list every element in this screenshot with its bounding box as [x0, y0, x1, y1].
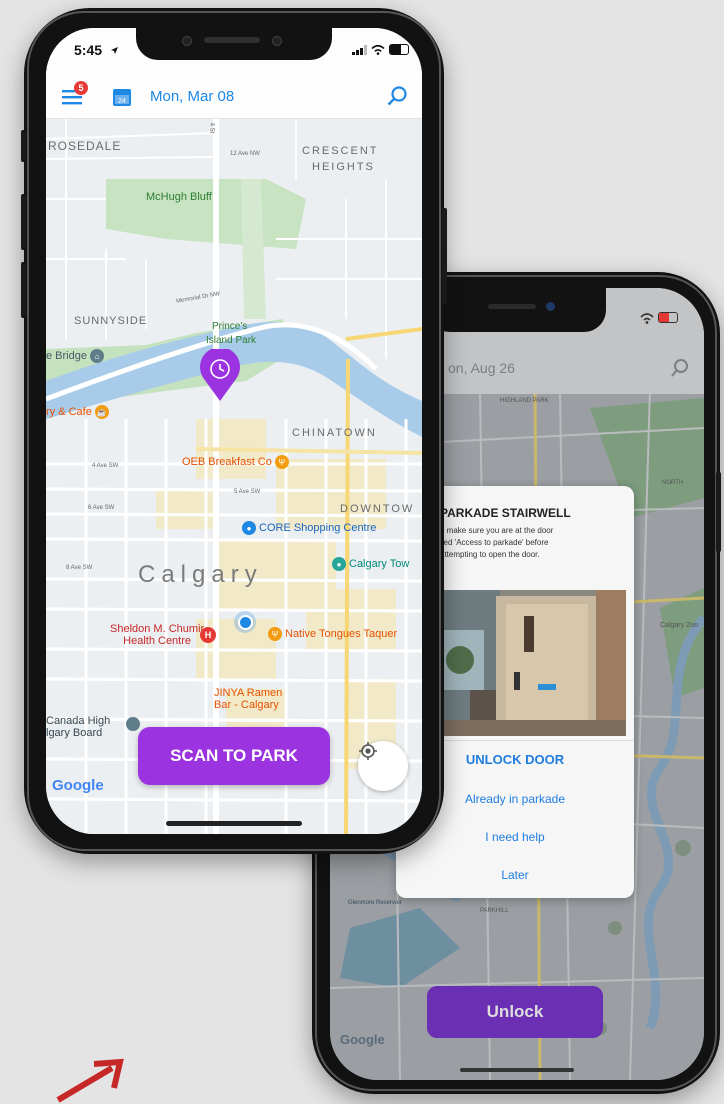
- phone2-label-reservoir: Glenmore Reservoir: [348, 900, 402, 906]
- label-mchugh: McHugh Bluff: [146, 191, 212, 203]
- battery-icon: [389, 44, 409, 55]
- modal-line-2: lled 'Access to parkade' before: [440, 538, 549, 547]
- label-sunnyside: SUNNYSIDE: [74, 315, 148, 327]
- poi-native[interactable]: Ψ Native Tongues Taquer: [268, 627, 397, 641]
- label-4ave: 4 Ave SW: [92, 463, 119, 469]
- poi-bridge[interactable]: e Bridge ⌂: [46, 349, 104, 363]
- cafe-icon: ☕: [94, 405, 109, 419]
- phone2-wifi-icon: [640, 313, 654, 324]
- phone2-search-icon[interactable]: [670, 358, 690, 378]
- google-logo: Google: [52, 777, 104, 794]
- modal-title: PARKADE STAIRWELL: [440, 506, 571, 520]
- calendar-icon[interactable]: 24: [112, 87, 132, 107]
- phone1-volume-down: [21, 262, 26, 318]
- modal-line-1: e make sure you are at the door: [440, 526, 554, 535]
- shopping-icon: ●: [242, 521, 256, 535]
- location-arrow-icon: [111, 47, 118, 54]
- phone2-notch: [428, 288, 606, 332]
- poi-sheldon[interactable]: Sheldon M. Chumir Health Centre: [110, 623, 204, 647]
- wifi-icon: [371, 44, 385, 55]
- phone1-power-button: [442, 208, 447, 304]
- label-rosedale: ROSEDALE: [48, 139, 122, 153]
- red-arrow-decoration: [56, 1058, 124, 1103]
- poi-canada[interactable]: Canada High lgary Board: [46, 715, 110, 739]
- phone1-sensor: [182, 36, 192, 46]
- poi-jinya[interactable]: JINYA Ramen Bar - Calgary: [214, 687, 282, 711]
- poi-oeb[interactable]: OEB Breakfast Co Ψ: [182, 455, 289, 469]
- restaurant-icon-2: Ψ: [268, 627, 282, 641]
- current-location-dot: [234, 611, 256, 633]
- home-indicator: [166, 821, 302, 826]
- header-date[interactable]: Mon, Mar 08: [150, 88, 234, 105]
- svg-text:24: 24: [118, 98, 126, 105]
- phone-map: 5:45 5 24 Mon, Mar 08 ROSEDALE CRESCENT …: [21, 8, 447, 854]
- search-icon[interactable]: [386, 85, 408, 107]
- phone2-camera: [546, 302, 555, 311]
- phone2-label-parkhill: PARKHILL: [480, 908, 509, 914]
- school-icon: [126, 717, 140, 731]
- label-12ave: 12 Ave NW: [230, 151, 260, 157]
- phone1-front-camera: [272, 36, 282, 46]
- my-location-button[interactable]: [358, 741, 408, 791]
- phone2-battery-icon: [658, 312, 678, 323]
- tower-icon: ●: [332, 557, 346, 571]
- bridge-icon: ⌂: [89, 349, 104, 363]
- modal-line-3: attempting to open the door.: [440, 550, 540, 559]
- restaurant-icon: Ψ: [274, 455, 289, 469]
- label-8ave: 8 Ave SW: [66, 565, 93, 571]
- parkade-door-photo: [440, 590, 626, 736]
- phone2-label-zoo: Calgary Zoo: [660, 622, 699, 629]
- poi-cafe[interactable]: ry & Cafe ☕: [46, 405, 109, 419]
- label-5ave: 5 Ave SW: [234, 489, 261, 495]
- phone2-home-indicator: [460, 1068, 574, 1072]
- phone1-notch: [136, 28, 332, 60]
- status-time: 5:45: [74, 42, 103, 58]
- unlock-button[interactable]: Unlock: [427, 986, 603, 1038]
- phone1-header: 5 24 Mon, Mar 08: [46, 74, 422, 119]
- phone1-speaker: [204, 37, 260, 43]
- later-link[interactable]: Later: [396, 868, 634, 882]
- hospital-icon: H: [200, 627, 216, 643]
- phone1-mute-switch: [21, 130, 26, 162]
- label-4st: 4 St: [208, 122, 215, 134]
- notification-badge: 5: [74, 81, 88, 95]
- label-princes-2: Island Park: [206, 335, 257, 346]
- phone2-speaker: [488, 304, 536, 309]
- label-downtown: DOWNTOW: [340, 503, 415, 515]
- phone1-screen: 5:45 5 24 Mon, Mar 08 ROSEDALE CRESCENT …: [46, 28, 422, 834]
- phone2-date[interactable]: on, Aug 26: [448, 360, 515, 376]
- label-calgary: Calgary: [138, 561, 263, 588]
- my-location-icon: [359, 742, 377, 760]
- signal-bars-icon: [352, 45, 367, 55]
- phone2-side-button: [716, 472, 721, 552]
- poi-tower[interactable]: ● Calgary Tow: [332, 557, 409, 571]
- parking-pin-icon[interactable]: [198, 349, 242, 403]
- label-6ave: 6 Ave SW: [88, 505, 115, 511]
- phone2-label-highland: HIGHLAND PARK: [500, 398, 549, 404]
- phone2-google-logo: Google: [340, 1032, 385, 1047]
- label-crescent: CRESCENT: [302, 145, 379, 157]
- label-heights: HEIGHTS: [312, 161, 375, 173]
- label-princes-1: Prince's: [212, 321, 248, 332]
- phone2-label-north: NORTH: [662, 480, 684, 486]
- phone1-volume-up: [21, 194, 26, 250]
- phone1-map[interactable]: ROSEDALE CRESCENT HEIGHTS McHugh Bluff 1…: [46, 119, 422, 834]
- poi-core[interactable]: ● CORE Shopping Centre: [242, 521, 376, 535]
- scan-to-park-button[interactable]: SCAN TO PARK: [138, 727, 330, 785]
- need-help-link[interactable]: I need help: [396, 830, 634, 844]
- label-chinatown: CHINATOWN: [292, 427, 377, 439]
